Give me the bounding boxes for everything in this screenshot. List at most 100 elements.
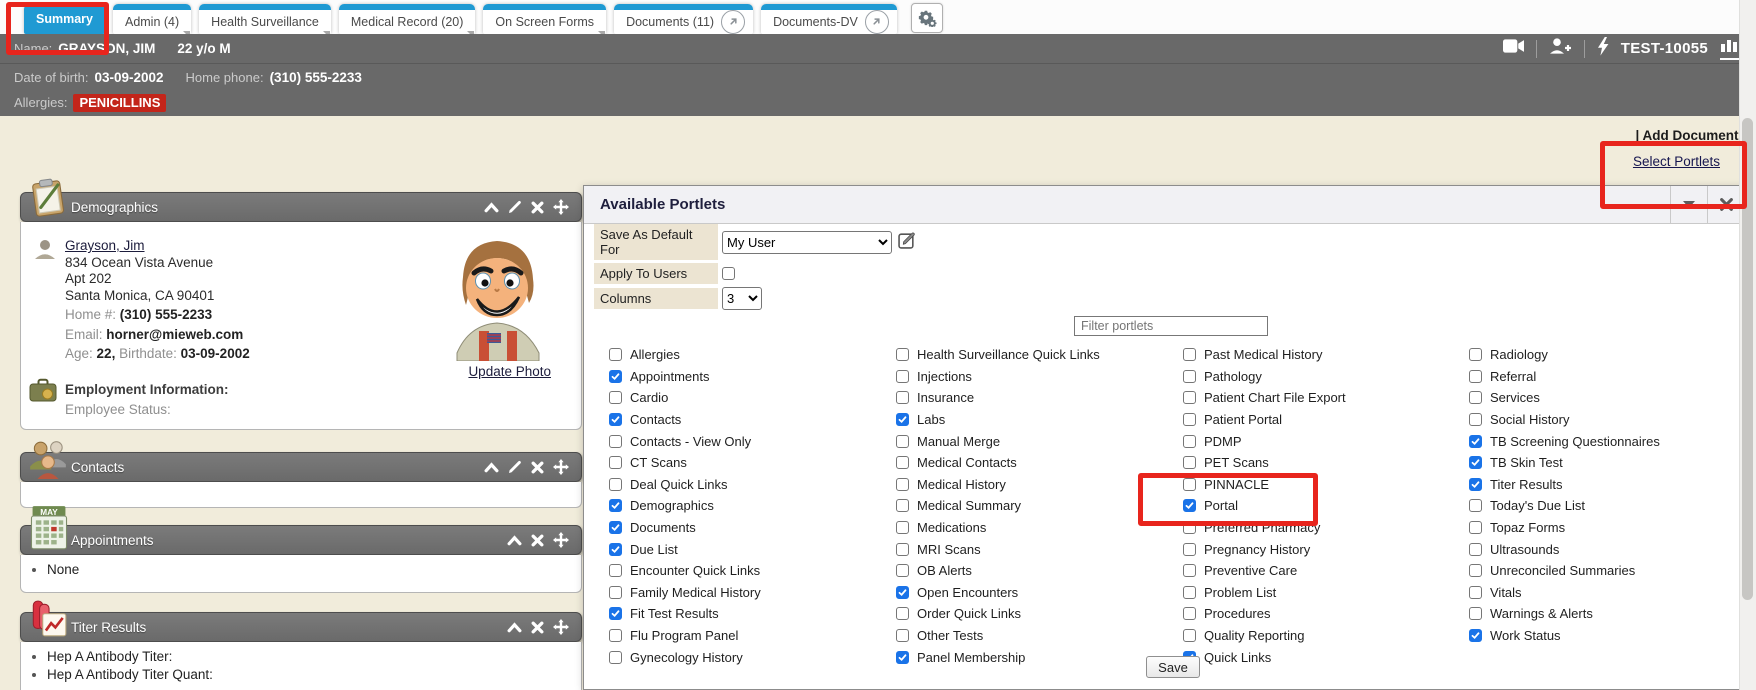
portlet-option[interactable]: Injections xyxy=(896,366,1100,388)
tab-documents[interactable]: Documents (11) xyxy=(614,4,753,34)
unchecked-checkbox[interactable] xyxy=(1183,543,1196,556)
unchecked-checkbox[interactable] xyxy=(896,435,909,448)
portlet-option[interactable]: Order Quick Links xyxy=(896,603,1100,625)
unchecked-checkbox[interactable] xyxy=(1469,499,1482,512)
scrollbar-thumb[interactable] xyxy=(1742,118,1753,600)
portlet-option[interactable]: TB Skin Test xyxy=(1469,452,1660,474)
dialog-collapse-button[interactable] xyxy=(1670,186,1707,223)
unchecked-checkbox[interactable] xyxy=(1183,478,1196,491)
portlet-option[interactable]: Portal xyxy=(1183,495,1346,517)
portlet-option[interactable]: Documents xyxy=(609,517,761,539)
portlet-option[interactable]: Medical Summary xyxy=(896,495,1100,517)
unchecked-checkbox[interactable] xyxy=(609,629,622,642)
portlet-option[interactable]: PET Scans xyxy=(1183,452,1346,474)
portlet-option[interactable]: Work Status xyxy=(1469,625,1660,647)
unchecked-checkbox[interactable] xyxy=(1183,521,1196,534)
portlet-option[interactable]: Unreconciled Summaries xyxy=(1469,560,1660,582)
portlet-option[interactable]: Quality Reporting xyxy=(1183,625,1346,647)
portlet-option[interactable]: CT Scans xyxy=(609,452,761,474)
portlet-option[interactable]: Past Medical History xyxy=(1183,344,1346,366)
unchecked-checkbox[interactable] xyxy=(609,564,622,577)
portlet-option[interactable]: Ultrasounds xyxy=(1469,538,1660,560)
unchecked-checkbox[interactable] xyxy=(609,435,622,448)
portlet-option[interactable]: Appointments xyxy=(609,366,761,388)
portlet-option[interactable]: Patient Portal xyxy=(1183,409,1346,431)
unchecked-checkbox[interactable] xyxy=(609,456,622,469)
unchecked-checkbox[interactable] xyxy=(896,478,909,491)
portlet-option[interactable]: Other Tests xyxy=(896,625,1100,647)
update-photo-link[interactable]: Update Photo xyxy=(468,364,551,379)
portlet-option[interactable]: Pregnancy History xyxy=(1183,538,1346,560)
unchecked-checkbox[interactable] xyxy=(609,478,622,491)
unchecked-checkbox[interactable] xyxy=(896,391,909,404)
portlet-option[interactable]: Problem List xyxy=(1183,582,1346,604)
portlet-option[interactable]: Procedures xyxy=(1183,603,1346,625)
close-icon[interactable] xyxy=(531,621,544,634)
portlet-option[interactable]: Health Surveillance Quick Links xyxy=(896,344,1100,366)
checked-checkbox[interactable] xyxy=(609,607,622,620)
vertical-scrollbar[interactable] xyxy=(1739,0,1756,690)
portlet-option[interactable]: Referral xyxy=(1469,366,1660,388)
tab-medical-record[interactable]: Medical Record (20) xyxy=(339,4,476,34)
unchecked-checkbox[interactable] xyxy=(609,586,622,599)
move-icon[interactable] xyxy=(553,199,569,215)
unchecked-checkbox[interactable] xyxy=(896,521,909,534)
tab-settings-gear-icon[interactable] xyxy=(911,3,943,33)
patient-name-link[interactable]: Grayson, Jim xyxy=(65,238,145,253)
portlet-option[interactable]: Radiology xyxy=(1469,344,1660,366)
unchecked-checkbox[interactable] xyxy=(896,629,909,642)
portlet-option[interactable]: Deal Quick Links xyxy=(609,474,761,496)
unchecked-checkbox[interactable] xyxy=(1469,564,1482,577)
unchecked-checkbox[interactable] xyxy=(609,391,622,404)
portlet-option[interactable]: Titer Results xyxy=(1469,474,1660,496)
collapse-icon[interactable] xyxy=(484,202,499,213)
portlet-option[interactable]: Open Encounters xyxy=(896,582,1100,604)
unchecked-checkbox[interactable] xyxy=(1469,348,1482,361)
move-icon[interactable] xyxy=(553,532,569,548)
unchecked-checkbox[interactable] xyxy=(1183,370,1196,383)
save-as-default-select[interactable]: My User xyxy=(722,231,892,254)
collapse-icon[interactable] xyxy=(507,535,522,546)
portlet-option[interactable]: Patient Chart File Export xyxy=(1183,387,1346,409)
contacts-portlet-header[interactable]: Contacts xyxy=(20,452,582,482)
checked-checkbox[interactable] xyxy=(609,521,622,534)
portlet-option[interactable]: OB Alerts xyxy=(896,560,1100,582)
portlet-option[interactable]: Labs xyxy=(896,409,1100,431)
collapse-icon[interactable] xyxy=(507,622,522,633)
unchecked-checkbox[interactable] xyxy=(896,607,909,620)
unchecked-checkbox[interactable] xyxy=(896,564,909,577)
portlet-option[interactable]: Medical Contacts xyxy=(896,452,1100,474)
unchecked-checkbox[interactable] xyxy=(1183,629,1196,642)
unchecked-checkbox[interactable] xyxy=(1469,543,1482,556)
portlet-option[interactable]: Quick Links xyxy=(1183,646,1346,668)
checked-checkbox[interactable] xyxy=(1469,435,1482,448)
unchecked-checkbox[interactable] xyxy=(609,348,622,361)
move-icon[interactable] xyxy=(553,619,569,635)
edit-icon[interactable] xyxy=(508,200,522,214)
unchecked-checkbox[interactable] xyxy=(1183,456,1196,469)
unchecked-checkbox[interactable] xyxy=(1183,607,1196,620)
portlet-option[interactable]: Preferred Pharmacy xyxy=(1183,517,1346,539)
portlet-option[interactable]: Warnings & Alerts xyxy=(1469,603,1660,625)
portlet-option[interactable]: Due List xyxy=(609,538,761,560)
quick-actions-bolt-icon[interactable] xyxy=(1597,37,1609,61)
dialog-titlebar[interactable]: Available Portlets xyxy=(584,186,1744,224)
close-icon[interactable] xyxy=(531,461,544,474)
portlet-option[interactable]: Services xyxy=(1469,387,1660,409)
checked-checkbox[interactable] xyxy=(609,543,622,556)
checked-checkbox[interactable] xyxy=(609,413,622,426)
portlet-option[interactable]: Contacts xyxy=(609,409,761,431)
unchecked-checkbox[interactable] xyxy=(896,370,909,383)
unchecked-checkbox[interactable] xyxy=(1183,413,1196,426)
portlet-option[interactable]: Today's Due List xyxy=(1469,495,1660,517)
portlet-option[interactable]: Preventive Care xyxy=(1183,560,1346,582)
add-document-link[interactable]: Add Document xyxy=(1642,128,1738,143)
portlet-option[interactable]: Family Medical History xyxy=(609,582,761,604)
checked-checkbox[interactable] xyxy=(1469,478,1482,491)
unchecked-checkbox[interactable] xyxy=(1469,607,1482,620)
portlet-option[interactable]: Social History xyxy=(1469,409,1660,431)
portlet-option[interactable]: Contacts - View Only xyxy=(609,430,761,452)
portlet-option[interactable]: Insurance xyxy=(896,387,1100,409)
unchecked-checkbox[interactable] xyxy=(896,456,909,469)
apply-to-users-checkbox[interactable] xyxy=(722,267,735,280)
